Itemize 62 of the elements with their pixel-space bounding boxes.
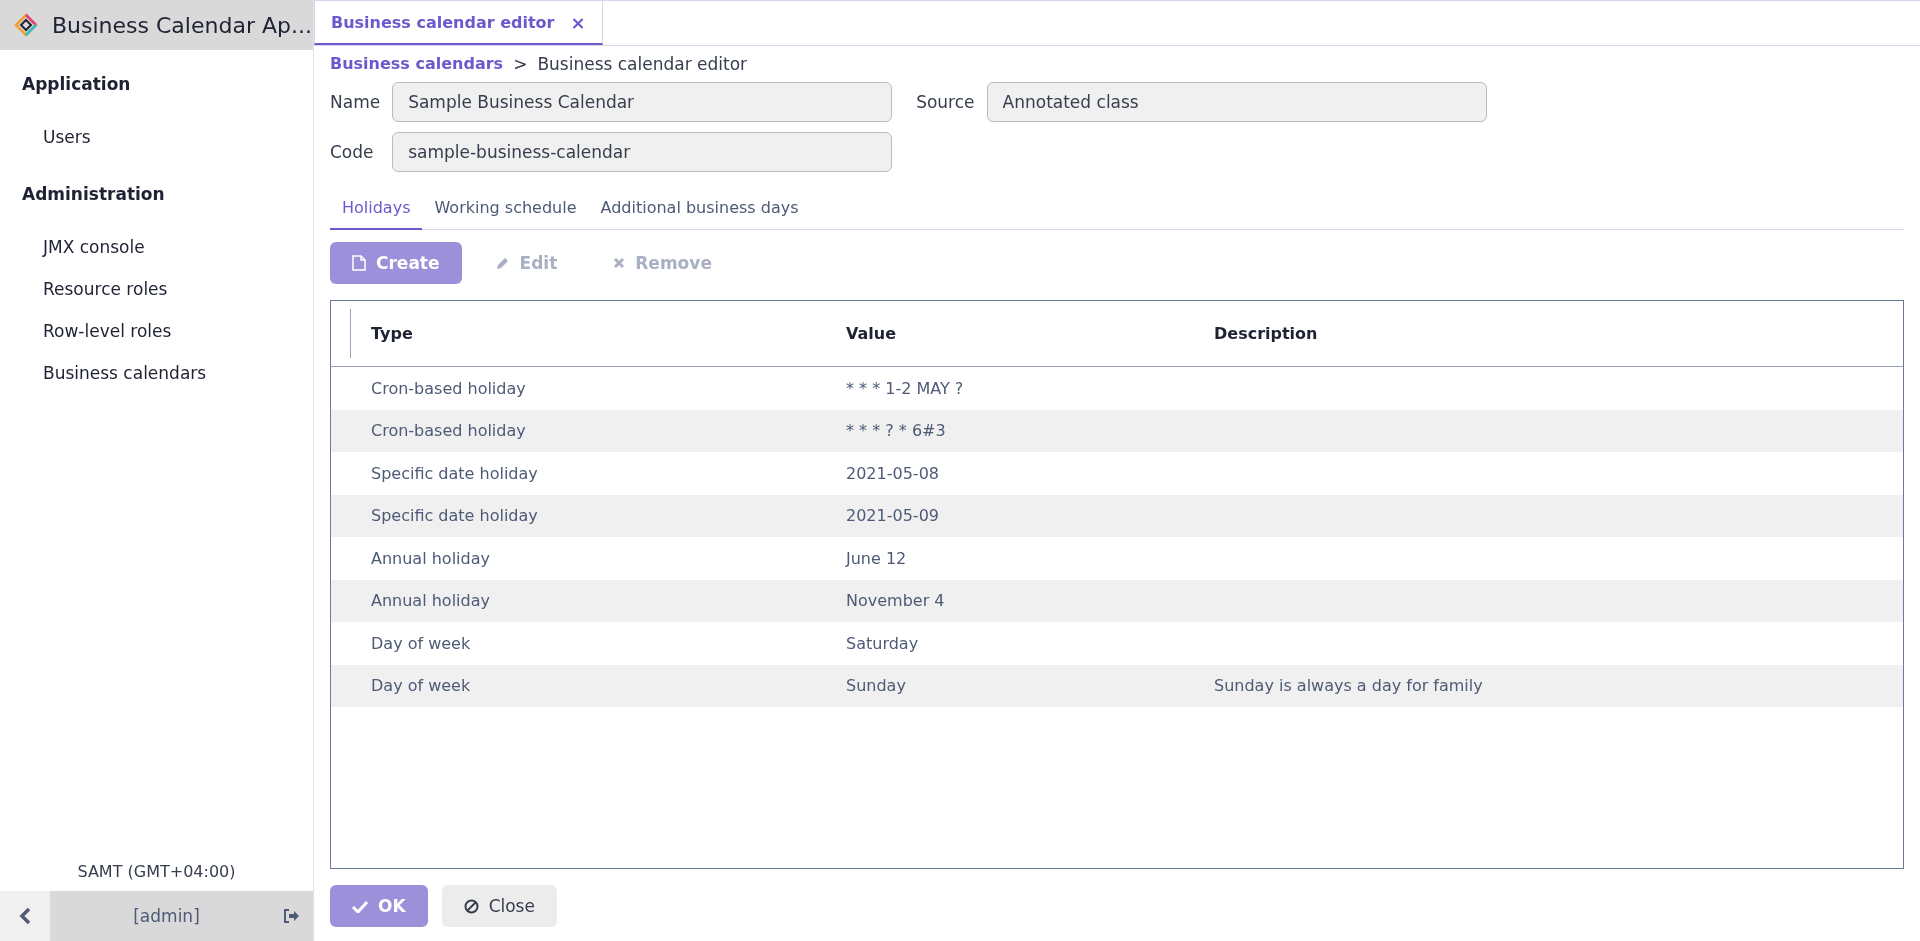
table-cell-text: Specific date holiday xyxy=(370,462,539,485)
table-row[interactable]: Annual holiday June 12 xyxy=(331,537,1903,580)
document-icon xyxy=(352,255,366,271)
app-title: Business Calendar Ap... xyxy=(52,12,312,38)
table-cell-text: Sunday is always a day for family xyxy=(1213,675,1484,698)
table-cell-text: Cron-based holiday xyxy=(370,420,527,443)
table-cell-text: June 12 xyxy=(844,547,908,570)
menu-item[interactable]: Row-level roles xyxy=(0,310,313,352)
breadcrumb-link[interactable]: Business calendars xyxy=(330,54,504,74)
close-button[interactable]: Close xyxy=(441,885,557,927)
menu-group[interactable]: Administration xyxy=(0,172,313,216)
section-tab[interactable]: Additional business days xyxy=(588,188,811,230)
text-field[interactable]: Annotated class xyxy=(986,82,1487,122)
cancel-icon xyxy=(463,898,479,914)
user-name: [admin] xyxy=(132,906,201,926)
column-header[interactable]: Value xyxy=(826,301,1194,366)
text-field[interactable]: Sample Business Calendar xyxy=(392,82,893,122)
menu-item[interactable]: JMX console xyxy=(0,226,313,268)
field-label: Source xyxy=(916,92,975,112)
table-row[interactable]: Annual holiday November 4 xyxy=(331,579,1903,622)
menu-item[interactable]: Resource roles xyxy=(0,268,313,310)
table-row[interactable]: Specific date holiday 2021-05-09 xyxy=(331,494,1903,537)
breadcrumb-separator: > xyxy=(513,54,528,74)
table-cell-text: Sunday xyxy=(845,675,907,698)
table-row[interactable]: Cron-based holiday * * * 1-2 MAY ? xyxy=(331,367,1903,410)
table-cell-text: Day of week xyxy=(370,632,472,655)
breadcrumb-current: Business calendar editor xyxy=(537,54,748,74)
editor-tab[interactable]: Business calendar editor × xyxy=(314,1,603,45)
menu-item[interactable]: Business calendars xyxy=(0,352,313,394)
section-tab[interactable]: Holidays xyxy=(330,188,423,230)
table-row[interactable]: Specific date holiday 2021-05-08 xyxy=(331,452,1903,495)
table-cell-text: Cron-based holiday xyxy=(370,377,527,400)
pencil-icon xyxy=(495,256,510,270)
close-icon[interactable]: × xyxy=(570,11,586,33)
table-cell-text: 2021-05-09 xyxy=(845,505,940,528)
table-cell-text: Saturday xyxy=(845,632,920,655)
timezone-label: SAMT (GMT+04:00) xyxy=(76,861,237,883)
table-cell-text: Annual holiday xyxy=(370,590,491,613)
logout-icon[interactable] xyxy=(283,909,299,923)
close-icon xyxy=(613,257,626,269)
collapse-button[interactable] xyxy=(0,891,50,941)
table-cell-text: 2021-05-08 xyxy=(845,462,940,485)
column-header[interactable]: Description xyxy=(1194,301,1903,366)
field-label: Name xyxy=(330,92,381,112)
logo-icon xyxy=(14,13,38,37)
table-cell-text: * * * 1-2 MAY ? xyxy=(845,377,965,400)
table-row[interactable]: Day of week Saturday xyxy=(331,622,1903,665)
table-row[interactable]: Day of week Sunday Sunday is always a day for family xyxy=(331,664,1903,707)
menu-group[interactable]: Application xyxy=(0,62,313,106)
check-icon xyxy=(352,899,368,913)
table-row[interactable]: Cron-based holiday * * * ? * 6#3 xyxy=(331,409,1903,452)
section-tab[interactable]: Working schedule xyxy=(422,188,589,230)
field-label: Code xyxy=(330,142,375,162)
column-header[interactable]: Type xyxy=(351,301,826,366)
table-cell-text: Specific date holiday xyxy=(370,505,539,528)
text-field[interactable]: sample-business-calendar xyxy=(392,132,893,172)
chevron-left-icon xyxy=(19,907,31,925)
table-cell-text: November 4 xyxy=(845,590,946,613)
table-cell-text: Day of week xyxy=(370,675,472,698)
table-cell-text: Annual holiday xyxy=(370,547,491,570)
table-cell-text: * * * ? * 6#3 xyxy=(845,420,947,443)
menu-item[interactable]: Users xyxy=(0,116,313,158)
